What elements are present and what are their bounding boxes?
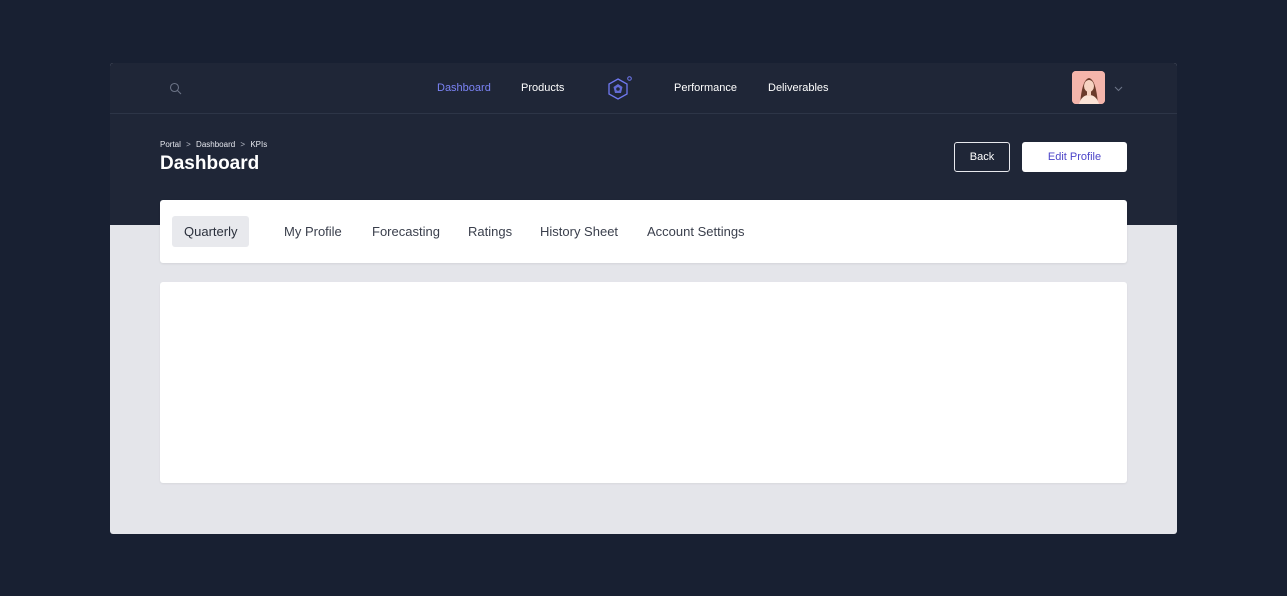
breadcrumb-separator: > [240,140,246,149]
breadcrumb-item[interactable]: Portal [160,140,181,149]
app-window: Dashboard Products Performance Deliverab… [110,63,1177,534]
breadcrumb: Portal > Dashboard > KPIs [160,140,270,150]
avatar[interactable] [1072,71,1105,104]
nav-link-deliverables[interactable]: Deliverables [768,81,829,95]
tab-account-settings[interactable]: Account Settings [647,216,745,247]
tab-ratings[interactable]: Ratings [468,216,512,247]
nav-link-products[interactable]: Products [521,81,564,95]
breadcrumb-item[interactable]: Dashboard [196,140,235,149]
search-icon[interactable] [169,82,182,95]
breadcrumb-separator: > [186,140,191,149]
top-navigation: Dashboard Products Performance Deliverab… [110,63,1177,114]
tab-history-sheet[interactable]: History Sheet [540,216,618,247]
content-panel [160,282,1127,483]
nav-link-dashboard[interactable]: Dashboard [437,81,491,95]
tab-my-profile[interactable]: My Profile [284,216,342,247]
user-avatar-icon [1072,71,1105,104]
chevron-down-icon[interactable] [1113,83,1124,94]
back-button[interactable]: Back [954,142,1010,172]
breadcrumb-item[interactable]: KPIs [250,140,267,149]
hexagon-logo-icon[interactable] [605,75,633,103]
tab-bar: Quarterly My Profile Forecasting Ratings… [160,200,1127,263]
tab-forecasting[interactable]: Forecasting [372,216,440,247]
nav-link-performance[interactable]: Performance [674,81,737,95]
page-title: Dashboard [160,153,260,174]
tab-quarterly[interactable]: Quarterly [172,216,250,247]
edit-profile-button[interactable]: Edit Profile [1022,142,1127,172]
